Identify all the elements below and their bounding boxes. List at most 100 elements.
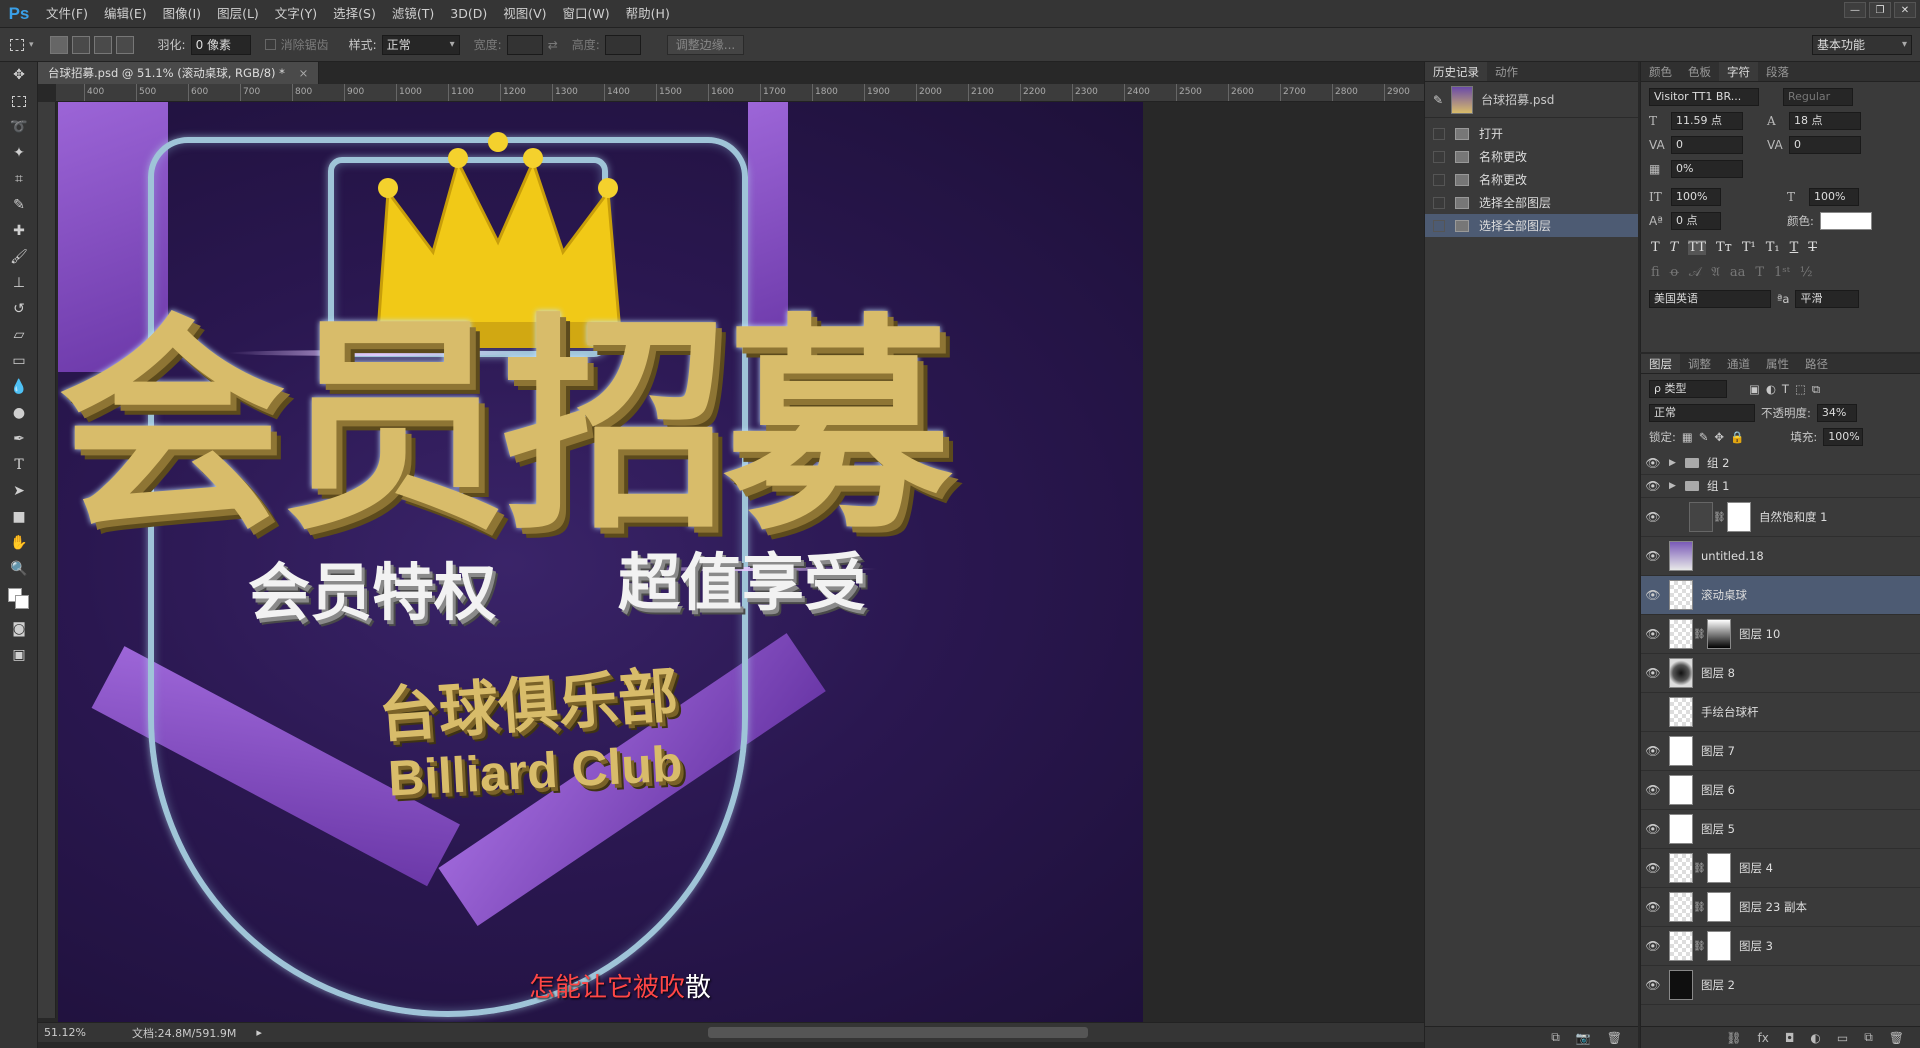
layer-row[interactable]: 👁 图层 5 [1641,810,1920,849]
menu-view[interactable]: 视图(V) [495,0,554,28]
new-selection-icon[interactable] [49,35,68,54]
brush-tool-icon[interactable]: 🖌 [0,244,38,270]
filter-pixel-icon[interactable]: ▣ [1749,382,1760,396]
expand-arrow-icon[interactable]: ▶ [1669,481,1681,491]
gradient-tool-icon[interactable]: ▭ [0,348,38,374]
swap-icon[interactable]: ⇄ [548,38,558,52]
menu-file[interactable]: 文件(F) [38,0,96,28]
delete-layer-icon[interactable]: 🗑 [1889,1031,1904,1045]
eye-icon[interactable]: 👁 [1641,627,1665,641]
titling-icon[interactable]: T [1755,265,1764,280]
feather-input[interactable]: 0 像素 [190,34,251,55]
eye-icon[interactable]: 👁 [1641,456,1665,470]
eye-icon[interactable]: 👁 [1641,479,1665,493]
horizontal-scroll-thumb[interactable] [708,1027,1088,1038]
link-layers-icon[interactable]: ⛓ [1726,1031,1741,1045]
old-style-icon[interactable]: ꝋ [1670,265,1679,280]
layer-row[interactable]: 👁 ⛓ 图层 4 [1641,849,1920,888]
magic-wand-tool-icon[interactable]: ✦ [0,140,38,166]
pen-tool-icon[interactable]: ✒ [0,426,38,452]
add-mask-icon[interactable]: ◘ [1785,1031,1795,1045]
workspace-select[interactable]: 基本功能 [1812,34,1912,55]
eraser-tool-icon[interactable]: ▱ [0,322,38,348]
menu-layer[interactable]: 图层(L) [209,0,267,28]
tab-properties[interactable]: 属性 [1758,354,1797,373]
tab-actions[interactable]: 动作 [1487,62,1526,81]
layer-row-group[interactable]: 👁 ▶ 组 1 [1641,475,1920,498]
tab-color[interactable]: 颜色 [1641,62,1680,81]
tab-adjustments[interactable]: 调整 [1680,354,1719,373]
menu-window[interactable]: 窗口(W) [555,0,618,28]
document-tab[interactable]: 台球招募.psd @ 51.1% (滚动桌球, RGB/8) * × [38,62,320,84]
opacity-input[interactable]: 34% [1816,404,1857,422]
type-tool-icon[interactable]: T [0,452,38,478]
history-source-checkbox[interactable] [1433,150,1445,163]
eye-icon[interactable]: 👁 [1641,510,1665,524]
history-source-checkbox[interactable] [1433,196,1445,209]
menu-edit[interactable]: 编辑(E) [96,0,155,28]
screen-mode-icon[interactable]: ▣ [0,642,38,668]
menu-filter[interactable]: 滤镜(T) [384,0,442,28]
layer-row[interactable]: 👁 图层 2 [1641,966,1920,1005]
menu-help[interactable]: 帮助(H) [618,0,678,28]
fraction-icon[interactable]: ½ [1800,265,1813,280]
blur-tool-icon[interactable]: 💧 [0,374,38,400]
tab-history[interactable]: 历史记录 [1425,62,1487,81]
tab-character[interactable]: 字符 [1719,62,1758,81]
history-item-selected[interactable]: 选择全部图层 [1425,214,1638,237]
new-document-from-state-icon[interactable]: ⧉ [1551,1030,1560,1045]
zoom-tool-icon[interactable]: 🔍 [0,556,38,582]
history-item[interactable]: 名称更改 [1425,168,1638,191]
camera-icon[interactable]: 📷 [1576,1031,1591,1045]
new-group-icon[interactable]: ▭ [1837,1031,1848,1045]
eye-icon[interactable]: 👁 [1641,822,1665,836]
layer-row-selected[interactable]: 👁 滚动桌球 [1641,576,1920,615]
tab-paragraph[interactable]: 段落 [1758,62,1797,81]
status-arrow-icon[interactable]: ▸ [256,1026,262,1039]
leading-input[interactable]: 18 点 [1789,112,1861,130]
menu-type[interactable]: 文字(Y) [267,0,325,28]
menu-select[interactable]: 选择(S) [325,0,384,28]
history-source-checkbox[interactable] [1433,173,1445,186]
shape-tool-icon[interactable]: ■ [0,504,38,530]
zoom-level[interactable]: 51.12% [44,1026,86,1039]
history-snapshot[interactable]: ✎ 台球招募.psd [1425,82,1638,118]
canvas[interactable]: 会员招募 会员特权 超值享受 台球俱乐部 Billiard Club 怎能让它被… [58,102,1182,1024]
close-button[interactable]: ✕ [1894,2,1916,18]
crop-tool-icon[interactable]: ⌗ [0,166,38,192]
lock-paint-icon[interactable]: ✎ [1699,430,1709,444]
style-select[interactable]: 正常 [381,34,460,55]
strikethrough-icon[interactable]: T [1808,240,1817,255]
marquee-tool-icon[interactable] [0,88,38,114]
height-input[interactable] [604,34,641,55]
filter-shape-icon[interactable]: ⬚ [1795,382,1806,396]
move-tool-icon[interactable]: ✥ [0,62,38,88]
stylistic-icon[interactable]: aa [1730,265,1746,280]
eye-icon[interactable]: 👁 [1641,783,1665,797]
lock-position-icon[interactable]: ✥ [1714,430,1724,444]
antialias-checkbox[interactable] [264,39,276,50]
lock-transparent-icon[interactable]: ▦ [1682,430,1693,444]
tab-paths[interactable]: 路径 [1797,354,1836,373]
alternates-icon[interactable]: 𝔄 [1711,265,1720,280]
healing-brush-tool-icon[interactable]: ✚ [0,218,38,244]
history-item[interactable]: 选择全部图层 [1425,191,1638,214]
layer-row[interactable]: 👁 图层 8 [1641,654,1920,693]
tab-channels[interactable]: 通道 [1719,354,1758,373]
font-family-select[interactable]: Visitor TT1 BR... [1649,88,1759,106]
add-selection-icon[interactable] [71,35,90,54]
menu-image[interactable]: 图像(I) [155,0,209,28]
new-adjustment-icon[interactable]: ◐ [1810,1031,1820,1045]
eye-icon[interactable]: 👁 [1641,744,1665,758]
ligature-icon[interactable]: ﬁ [1651,265,1660,280]
trash-icon[interactable]: 🗑 [1607,1031,1622,1045]
filter-smart-icon[interactable]: ⧉ [1812,382,1820,397]
document-size-info[interactable]: 文档:24.8M/591.9M [132,1025,236,1041]
eye-icon[interactable]: 👁 [1641,939,1665,953]
hand-tool-icon[interactable]: ✋ [0,530,38,556]
close-tab-icon[interactable]: × [299,66,309,80]
new-layer-icon[interactable]: ⧉ [1864,1030,1873,1045]
minimize-button[interactable]: — [1844,2,1866,18]
baseline-shift-input[interactable]: 0 点 [1671,212,1721,230]
history-brush-tool-icon[interactable]: ↺ [0,296,38,322]
